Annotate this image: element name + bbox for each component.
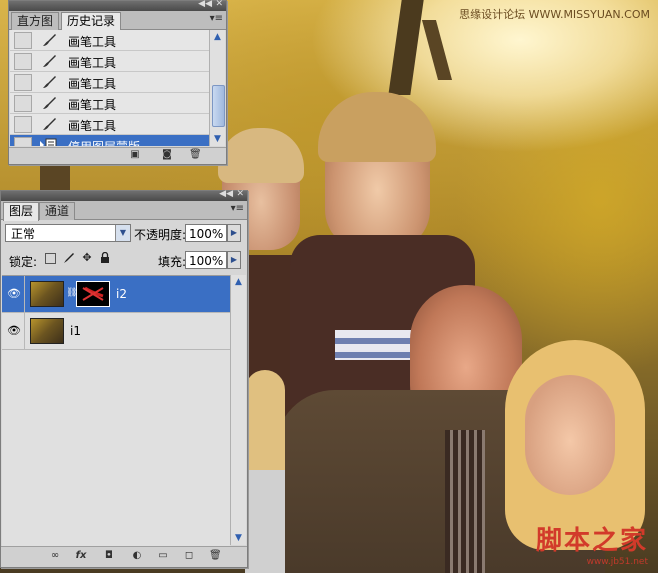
history-tabs: 直方图 历史记录 ▾≡ xyxy=(9,11,226,31)
history-list: 画笔工具 画笔工具 画笔工具 画笔工具 画笔工具 停用图层蒙版 xyxy=(10,30,214,146)
close-icon[interactable]: ✕ xyxy=(215,0,223,9)
history-scrollbar[interactable]: ▲ ▼ xyxy=(209,30,225,146)
new-document-from-state-icon[interactable]: ▣ xyxy=(129,150,141,160)
group-icon[interactable]: ▭ xyxy=(157,551,169,561)
lock-position-icon[interactable]: ✥ xyxy=(81,252,93,264)
panel-titlebar[interactable]: ◀◀ ✕ xyxy=(9,0,226,11)
history-source-checkbox[interactable] xyxy=(14,53,32,70)
layers-panel: ◀◀ ✕ 图层 通道 ▾≡ 正常 ▼ 不透明度: 100% ▶ 锁定: ✥ 填充… xyxy=(0,189,248,568)
blend-mode-select[interactable]: 正常 ▼ xyxy=(5,224,131,242)
scroll-up-icon[interactable]: ▲ xyxy=(210,30,225,44)
panel-menu-icon[interactable]: ▾≡ xyxy=(210,13,223,24)
fx-icon[interactable]: fx xyxy=(75,551,87,561)
history-item-label: 画笔工具 xyxy=(68,77,117,91)
tab-channels[interactable]: 通道 xyxy=(39,202,76,220)
history-item[interactable]: 画笔工具 xyxy=(10,93,214,114)
link-icon[interactable]: ∞ xyxy=(49,551,61,561)
tab-histogram[interactable]: 直方图 xyxy=(11,12,60,30)
history-item[interactable]: 画笔工具 xyxy=(10,30,214,51)
tab-history[interactable]: 历史记录 xyxy=(61,12,122,31)
layer-name[interactable]: i1 xyxy=(70,324,81,338)
history-item-label: 停用图层蒙版 xyxy=(68,138,140,146)
opacity-input[interactable]: 100% xyxy=(185,224,227,242)
scroll-up-icon[interactable]: ▲ xyxy=(231,275,246,289)
lock-label: 锁定: xyxy=(9,255,38,269)
panel-titlebar[interactable]: ◀◀ ✕ xyxy=(1,189,247,201)
history-item[interactable]: 画笔工具 xyxy=(10,51,214,72)
fill-slider-arrow-icon[interactable]: ▶ xyxy=(227,251,241,269)
layer-thumbnail xyxy=(30,281,64,307)
history-item-label: 画笔工具 xyxy=(68,35,117,49)
watermark-url: www.jb51.net xyxy=(586,557,648,567)
blend-mode-value: 正常 xyxy=(11,227,36,241)
new-layer-icon[interactable]: ◻ xyxy=(183,551,195,561)
lock-pixels-icon[interactable] xyxy=(63,252,75,264)
collapse-icon[interactable]: ◀◀ xyxy=(198,0,212,9)
brush-icon xyxy=(43,118,56,130)
brush-icon xyxy=(43,76,56,88)
scroll-down-icon[interactable]: ▼ xyxy=(231,531,246,545)
lock-transparency-icon[interactable] xyxy=(45,253,56,264)
layers-bottom-bar: ∞ fx ◘ ◐ ▭ ◻ 🗑 xyxy=(1,546,247,567)
history-item-selected[interactable]: 停用图层蒙版 xyxy=(10,135,214,146)
adjustment-icon[interactable]: ◐ xyxy=(131,551,143,561)
mask-state-icon xyxy=(40,138,57,146)
mask-strike-icon xyxy=(82,286,104,301)
layers-list: 👁 ⛓ i2 👁 i1 xyxy=(2,275,230,546)
layer-row-i1[interactable]: 👁 i1 xyxy=(2,313,230,350)
layer-thumbnail xyxy=(30,318,64,344)
brush-icon xyxy=(43,55,56,67)
lock-all-icon[interactable] xyxy=(99,252,111,264)
layers-tabs: 图层 通道 ▾≡ xyxy=(1,201,247,221)
layers-scrollbar[interactable]: ▲ ▼ xyxy=(230,275,246,545)
trash-icon[interactable]: 🗑 xyxy=(209,551,222,561)
history-source-checkbox[interactable] xyxy=(14,116,32,133)
watermark-bottom: 脚本之家 www.jb51.net xyxy=(536,520,648,567)
visibility-eye-icon[interactable]: 👁 xyxy=(4,313,25,349)
history-item[interactable]: 画笔工具 xyxy=(10,114,214,135)
history-item-label: 画笔工具 xyxy=(68,98,117,112)
history-item-label: 画笔工具 xyxy=(68,56,117,70)
layer-mask-thumbnail[interactable] xyxy=(76,281,110,307)
brush-icon xyxy=(43,34,56,46)
close-icon[interactable]: ✕ xyxy=(236,189,244,199)
opacity-slider-arrow-icon[interactable]: ▶ xyxy=(227,224,241,242)
trash-icon[interactable]: 🗑 xyxy=(189,150,202,160)
history-item[interactable]: 画笔工具 xyxy=(10,72,214,93)
watermark-logo-text: 脚本之家 xyxy=(535,526,648,556)
mask-icon[interactable]: ◘ xyxy=(103,551,115,561)
history-panel: ◀◀ ✕ 直方图 历史记录 ▾≡ 画笔工具 画笔工具 画笔工具 画笔工具 画笔工… xyxy=(8,0,227,165)
visibility-eye-icon[interactable]: 👁 xyxy=(4,276,25,312)
scroll-down-icon[interactable]: ▼ xyxy=(210,132,225,146)
fill-input[interactable]: 100% xyxy=(185,251,227,269)
layer-name[interactable]: i2 xyxy=(116,287,127,301)
history-source-checkbox[interactable] xyxy=(14,32,32,49)
history-bottom-bar: ▣ ◙ 🗑 xyxy=(9,147,226,164)
layer-row-i2[interactable]: 👁 ⛓ i2 xyxy=(2,276,230,313)
chevron-down-icon: ▼ xyxy=(115,225,130,241)
scroll-thumb[interactable] xyxy=(212,85,225,127)
panel-menu-icon[interactable]: ▾≡ xyxy=(231,203,244,214)
history-source-checkbox[interactable] xyxy=(14,137,32,146)
fill-label: 填充: xyxy=(158,255,187,269)
history-item-label: 画笔工具 xyxy=(68,119,117,133)
collapse-icon[interactable]: ◀◀ xyxy=(219,189,233,199)
watermark-top: 思缘设计论坛 WWW.MISSYUAN.COM xyxy=(459,8,650,21)
tab-layers[interactable]: 图层 xyxy=(3,202,40,221)
opacity-label: 不透明度: xyxy=(134,228,187,242)
snapshot-icon[interactable]: ◙ xyxy=(161,150,173,160)
history-source-checkbox[interactable] xyxy=(14,95,32,112)
history-source-checkbox[interactable] xyxy=(14,74,32,91)
brush-icon xyxy=(43,97,56,109)
